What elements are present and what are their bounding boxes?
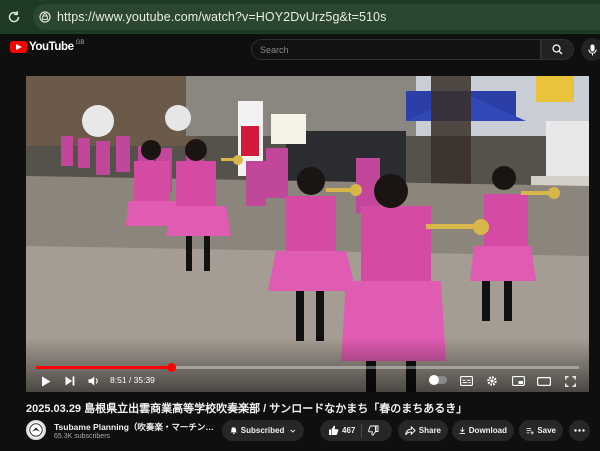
logo-text: YouTube xyxy=(29,41,74,53)
more-actions-button[interactable] xyxy=(569,420,590,441)
time-display: 8:51 / 35:39 xyxy=(110,375,155,385)
channel-avatar[interactable] xyxy=(26,420,46,440)
youtube-logo[interactable]: YouTube GB xyxy=(10,40,85,53)
like-button[interactable]: 467 xyxy=(328,425,355,436)
like-dislike-group: 467 xyxy=(320,420,392,441)
like-divider xyxy=(361,423,363,438)
play-button[interactable] xyxy=(38,373,54,389)
miniplayer-button[interactable] xyxy=(510,373,526,389)
microphone-icon xyxy=(588,44,597,55)
subtitles-button[interactable] xyxy=(458,373,474,389)
reload-icon xyxy=(8,11,20,23)
download-icon xyxy=(459,427,466,434)
fullscreen-button[interactable] xyxy=(562,373,578,389)
save-button[interactable]: Save xyxy=(519,420,563,441)
download-button[interactable]: Download xyxy=(452,420,514,441)
video-player[interactable]: 8:51 / 35:39 xyxy=(26,76,589,392)
theater-icon xyxy=(537,376,551,386)
playlist-add-icon xyxy=(526,427,534,434)
url-text: https://www.youtube.com/watch?v=HOY2DvUr… xyxy=(57,10,387,24)
search-box xyxy=(251,39,541,60)
miniplayer-icon xyxy=(511,376,525,386)
search-icon xyxy=(552,44,563,55)
scrubber-handle[interactable] xyxy=(166,363,176,372)
chevron-down-icon xyxy=(290,429,296,433)
voice-search-button[interactable] xyxy=(581,38,600,61)
address-bar[interactable]: https://www.youtube.com/watch?v=HOY2DvUr… xyxy=(33,4,600,30)
skip-next-icon xyxy=(65,376,75,386)
volume-icon xyxy=(88,376,98,386)
next-button[interactable] xyxy=(62,373,78,389)
channel-logo-icon xyxy=(29,423,43,437)
video-title: 2025.03.29 島根県立出雲商業高等学校吹奏楽部 / サンロードなかまち「… xyxy=(26,403,468,415)
download-label: Download xyxy=(468,426,507,435)
settings-button[interactable] xyxy=(484,373,500,389)
mute-button[interactable] xyxy=(86,373,102,389)
channel-name[interactable]: Tsubame Planning（吹奏楽・マーチン… xyxy=(54,421,214,433)
gear-icon xyxy=(487,376,497,386)
thumbs-down-icon xyxy=(368,425,379,436)
theater-mode-button[interactable] xyxy=(536,373,552,389)
thumbs-up-icon xyxy=(329,425,339,435)
dislike-button[interactable] xyxy=(368,425,379,436)
subscribed-label: Subscribed xyxy=(240,426,285,435)
youtube-header: YouTube GB xyxy=(0,34,600,64)
more-horizontal-icon xyxy=(574,429,585,432)
share-label: Share xyxy=(418,426,441,435)
subscriber-count: 65.3K subscribers xyxy=(54,433,111,440)
like-count: 467 xyxy=(342,426,356,435)
youtube-play-icon xyxy=(10,41,27,53)
play-icon xyxy=(42,376,51,386)
share-button[interactable]: Share xyxy=(398,420,448,441)
site-info-button[interactable] xyxy=(33,4,57,30)
subscribed-button[interactable]: Subscribed xyxy=(222,420,304,441)
region-code: GB xyxy=(75,40,85,46)
save-label: Save xyxy=(537,426,556,435)
reload-button[interactable] xyxy=(0,0,28,34)
fullscreen-icon xyxy=(564,375,576,387)
bell-icon xyxy=(230,427,237,435)
progress-fill xyxy=(36,366,171,369)
progress-bar[interactable] xyxy=(36,363,579,372)
search-input[interactable] xyxy=(252,40,540,60)
share-icon xyxy=(405,425,416,435)
site-settings-icon xyxy=(39,11,51,23)
autoplay-toggle[interactable] xyxy=(429,375,447,385)
subtitles-icon xyxy=(459,376,473,386)
search-button[interactable] xyxy=(541,39,574,60)
